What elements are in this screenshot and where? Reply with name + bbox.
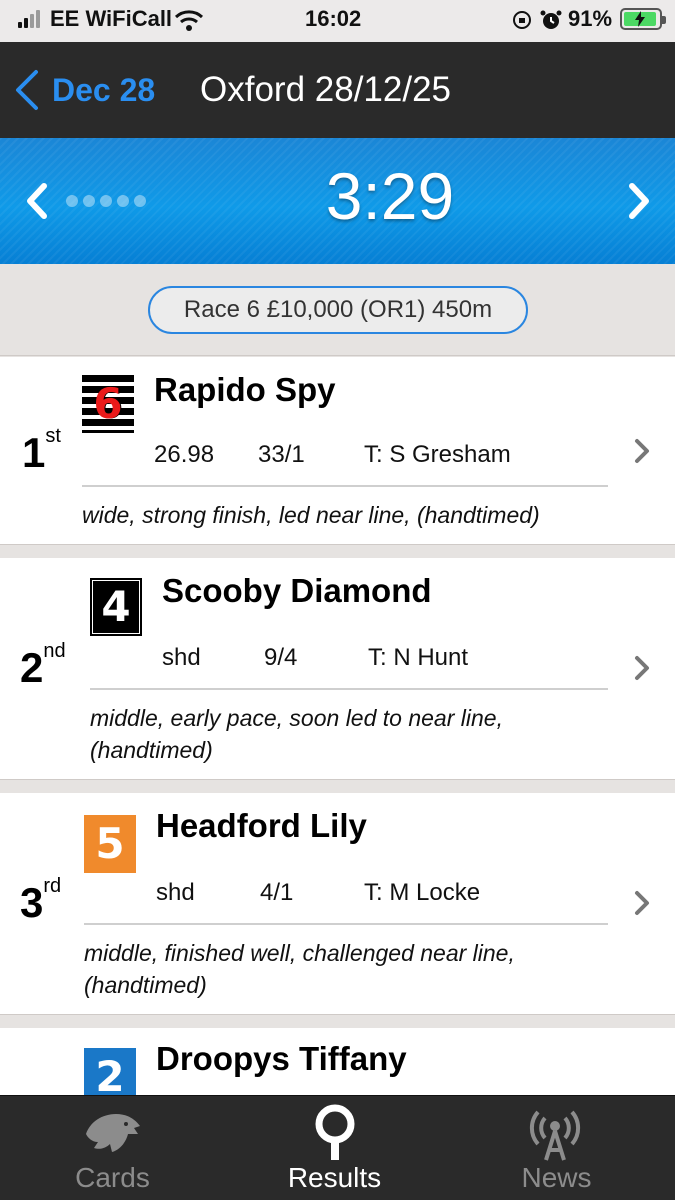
distance-behind: shd xyxy=(162,644,201,671)
chevron-right-icon xyxy=(635,656,649,680)
runner-name: Headford Lily xyxy=(156,807,367,844)
race-time-header: 3:29 xyxy=(0,138,675,264)
odds: 4/1 xyxy=(260,879,294,906)
nav-bar: Dec 28 Oxford 28/12/25 xyxy=(0,42,675,138)
trap-2-icon: 2 xyxy=(84,1048,136,1095)
divider xyxy=(90,688,608,690)
odds: 33/1 xyxy=(258,441,305,468)
tab-cards-label: Cards xyxy=(75,1162,150,1193)
orientation-lock-icon xyxy=(513,11,531,29)
greyhound-icon xyxy=(86,1114,140,1152)
odds: 9/4 xyxy=(264,644,298,671)
result-row[interactable]: 1st 6 Rapido Spy 26.98 33/1 T: S Gresham… xyxy=(0,357,675,545)
runner-name: Scooby Diamond xyxy=(162,572,432,609)
race-page-indicator xyxy=(66,194,151,212)
chevron-left-icon xyxy=(16,70,38,110)
alarm-icon xyxy=(540,10,562,29)
tab-results[interactable]: Results xyxy=(222,1096,447,1200)
finish-position: 1st xyxy=(22,425,61,476)
runner-name: Droopys Tiffany xyxy=(156,1040,407,1077)
finish-position: 2nd xyxy=(20,640,66,691)
result-row[interactable]: 2 Droopys Tiffany xyxy=(0,1028,675,1095)
trainer: T: S Gresham xyxy=(364,441,511,468)
finish-position: 3rd xyxy=(20,875,62,926)
runner-comment: wide, strong finish, led near line, (han… xyxy=(82,502,540,528)
clock: 16:02 xyxy=(305,6,362,31)
chevron-right-icon xyxy=(635,439,649,463)
chevron-right-icon xyxy=(635,891,649,915)
runner-name: Rapido Spy xyxy=(154,371,336,408)
result-row[interactable]: 3rd 5 Headford Lily shd 4/1 T: M Locke m… xyxy=(0,793,675,1015)
battery-percent: 91% xyxy=(568,6,613,31)
signal-icon xyxy=(18,10,44,28)
carrier-label: EE WiFiCall xyxy=(50,6,173,31)
tab-news-label: News xyxy=(521,1162,592,1193)
trainer: T: N Hunt xyxy=(368,644,469,671)
back-button-label: Dec 28 xyxy=(52,72,156,108)
results-icon xyxy=(315,1104,355,1160)
result-row[interactable]: 2nd 4 Scooby Diamond shd 9/4 T: N Hunt m… xyxy=(0,558,675,780)
race-info-section: Race 6 £10,000 (OR1) 450m xyxy=(0,264,675,356)
race-time-value: 26.98 xyxy=(154,441,215,468)
race-time: 3:29 xyxy=(325,159,455,233)
divider xyxy=(82,485,608,487)
trainer: T: M Locke xyxy=(364,879,481,906)
next-race-button[interactable] xyxy=(626,182,654,220)
battery-charging-icon xyxy=(620,8,666,30)
divider xyxy=(84,923,608,925)
page-title: Oxford 28/12/25 xyxy=(200,70,451,109)
tab-bar: Cards Results News xyxy=(0,1095,675,1200)
tab-cards[interactable]: Cards xyxy=(0,1096,225,1200)
trap-5-icon: 5 xyxy=(84,815,136,873)
distance-behind: shd xyxy=(156,879,195,906)
status-bar: EE WiFiCall 16:02 91% xyxy=(0,0,675,42)
trap-4-icon: 4 xyxy=(90,578,142,636)
runner-comment: middle, finished well, challenged near l… xyxy=(84,940,515,998)
wifi-icon xyxy=(174,10,204,31)
race-info-badge: Race 6 £10,000 (OR1) 450m xyxy=(148,286,528,334)
tab-results-label: Results xyxy=(287,1162,382,1193)
tab-news[interactable]: News xyxy=(444,1096,669,1200)
previous-race-button[interactable] xyxy=(22,182,50,220)
runner-comment: middle, early pace, soon led to near lin… xyxy=(90,705,503,763)
broadcast-icon xyxy=(529,1110,581,1161)
trap-6-icon: 6 xyxy=(82,375,134,433)
